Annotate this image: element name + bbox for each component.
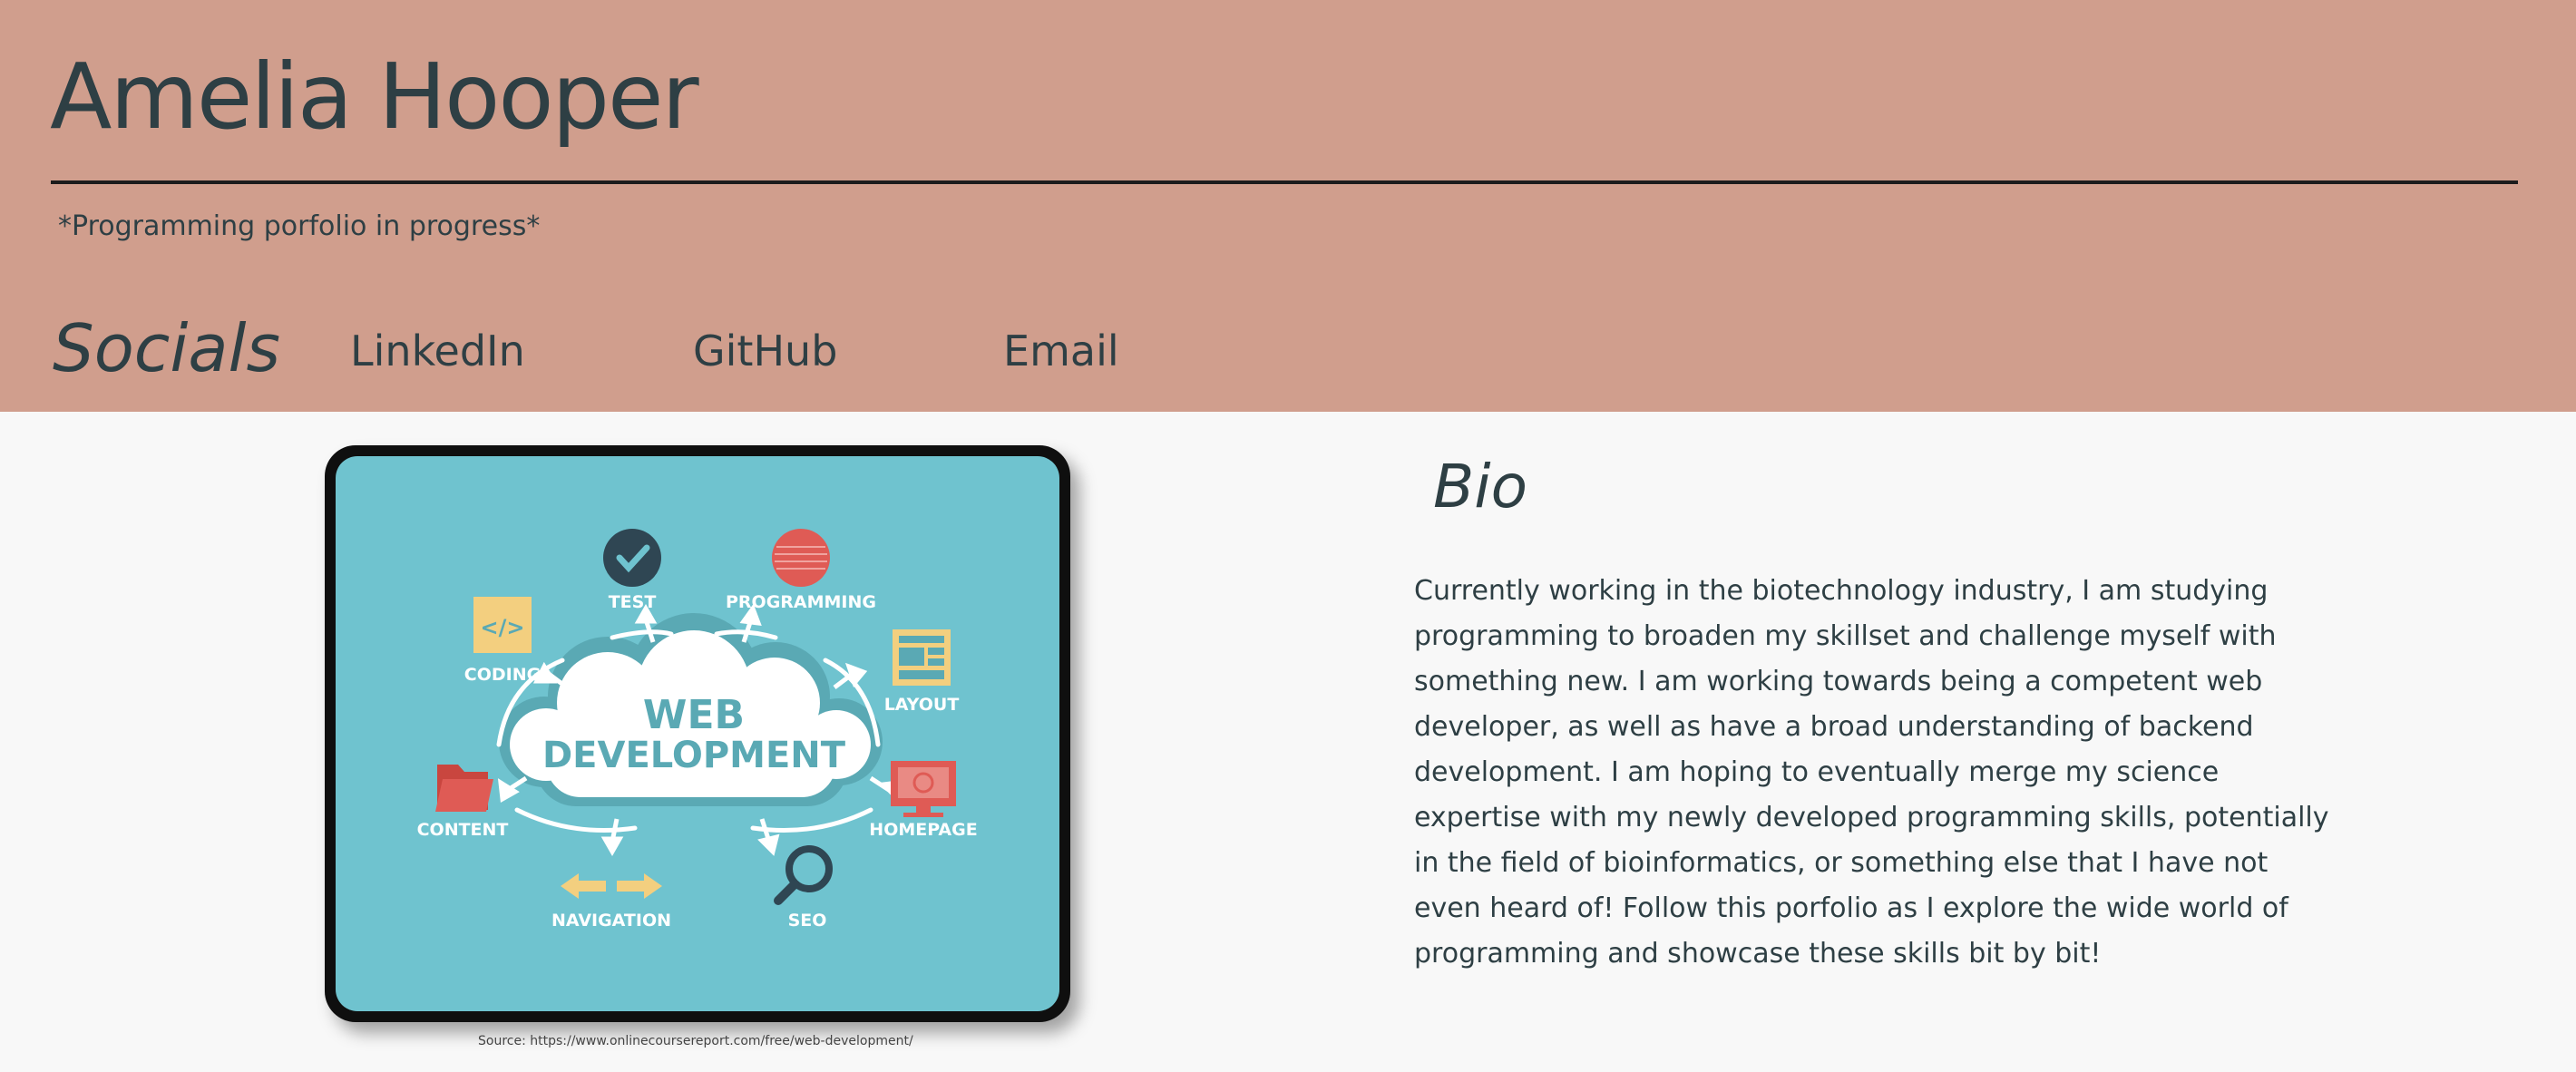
folder-icon [435,765,493,812]
github-link[interactable]: GitHub [693,326,837,375]
layout-icon [893,629,951,686]
web-development-image: WEB DEVELOPMENT TEST PROGRAMMING </> COD… [336,456,1059,1011]
image-source-caption: Source: https://www.onlinecoursereport.c… [478,1034,913,1048]
web-development-image-frame: WEB DEVELOPMENT TEST PROGRAMMING </> COD… [325,445,1070,1022]
bio-heading: Bio [1433,452,1527,521]
label-test: TEST [609,592,657,612]
site-header: Amelia Hooper *Programming porfolio in p… [0,0,2576,412]
email-link[interactable]: Email [1003,326,1119,375]
label-navigation: NAVIGATION [551,911,671,931]
magnifier-icon [774,845,833,905]
check-icon [603,529,661,587]
svg-text:</>: </> [481,615,525,640]
programming-icon [772,529,830,587]
double-arrow-icon [561,873,662,899]
label-coding: CODING [464,665,541,685]
page-title: Amelia Hooper [50,44,699,150]
linkedin-link[interactable]: LinkedIn [350,326,525,375]
bio-text: Currently working in the biotechnology i… [1414,575,2329,970]
socials-label: Socials [53,310,280,386]
monitor-icon [891,761,956,817]
web-development-illustration: WEB DEVELOPMENT TEST PROGRAMMING </> COD… [417,529,978,931]
label-seo: SEO [788,911,827,931]
label-layout: LAYOUT [884,695,960,715]
cloud-text-line2: DEVELOPMENT [542,735,846,776]
label-programming: PROGRAMMING [726,592,876,612]
label-content: CONTENT [417,820,509,840]
subtitle: *Programming porfolio in progress* [58,210,541,242]
label-homepage: HOMEPAGE [869,820,977,840]
cloud-text-line1: WEB [643,692,745,738]
header-divider [51,180,2518,184]
code-icon: </> [473,597,532,653]
